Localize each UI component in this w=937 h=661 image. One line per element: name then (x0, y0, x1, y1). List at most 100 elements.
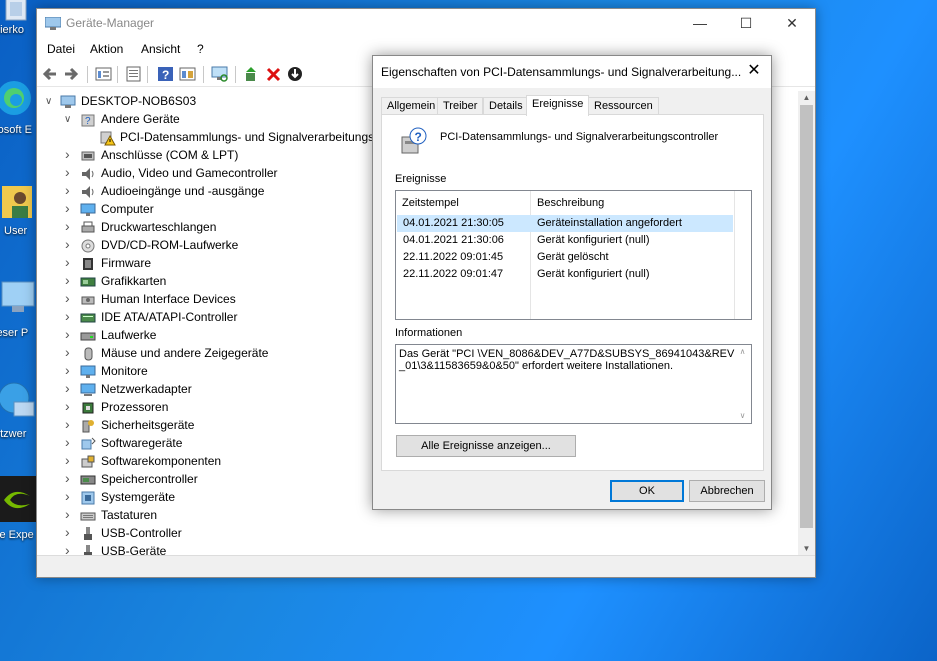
event-row[interactable]: 22.11.2022 09:01:47 Gerät konfiguriert (n… (397, 266, 733, 283)
tree-item-category[interactable]: › Netzwerkadapter (37, 381, 397, 399)
expand-chevron-icon[interactable]: › (65, 309, 75, 323)
usb-icon (80, 526, 96, 542)
event-row[interactable]: 22.11.2022 09:01:45 Gerät gelöscht (397, 249, 733, 266)
tree-item-category[interactable]: › Sicherheitsgeräte (37, 417, 397, 435)
cancel-button[interactable]: Abbrechen (689, 480, 765, 502)
expand-chevron-icon[interactable]: › (65, 327, 75, 341)
events-list[interactable]: Zeitstempel Beschreibung 04.01.2021 21:3… (395, 190, 752, 320)
expand-chevron-icon[interactable]: › (65, 381, 75, 395)
expand-chevron-icon[interactable]: › (65, 273, 75, 287)
tree-item-category[interactable]: › Druckwarteschlangen (37, 219, 397, 237)
tab-allgemein[interactable]: Allgemein (381, 97, 442, 115)
close-button[interactable]: ✕ (769, 9, 815, 39)
menu-datei[interactable]: Datei (47, 42, 75, 56)
expand-chevron-icon[interactable]: › (65, 201, 75, 215)
column-divider[interactable] (734, 191, 735, 319)
menu-help[interactable]: ? (197, 42, 204, 56)
expand-chevron-icon[interactable]: › (65, 417, 75, 431)
column-header-timestamp[interactable]: Zeitstempel (402, 197, 459, 209)
info-textbox[interactable]: Das Gerät "PCI \VEN_8086&DEV_A77D&SUBSYS… (395, 344, 752, 424)
tree-item-category[interactable]: › USB-Controller (37, 525, 397, 543)
tree-item-category[interactable]: › Audio, Video und Gamecontroller (37, 165, 397, 183)
tree-item-category[interactable]: › Audioeingänge und -ausgänge (37, 183, 397, 201)
properties-icon[interactable] (125, 66, 142, 82)
expand-chevron-icon[interactable]: › (65, 471, 75, 485)
tab-details[interactable]: Details (483, 97, 529, 115)
tree-item-category[interactable]: › Mäuse und andere Zeigegeräte (37, 345, 397, 363)
user-folder-icon (0, 180, 36, 218)
expand-chevron-icon[interactable]: › (65, 507, 75, 521)
forward-icon[interactable] (63, 66, 80, 82)
tree-item-category[interactable]: › Systemgeräte (37, 489, 397, 507)
expand-chevron-icon[interactable]: › (65, 219, 75, 233)
tree-item-category[interactable]: › Softwarekomponenten (37, 453, 397, 471)
tab-ressourcen[interactable]: Ressourcen (588, 97, 659, 115)
show-all-events-button[interactable]: Alle Ereignisse anzeigen... (396, 435, 576, 457)
view-icon[interactable] (179, 66, 196, 82)
tree-item-category[interactable]: › Softwaregeräte (37, 435, 397, 453)
scrollbar-thumb[interactable] (800, 105, 813, 528)
scroll-down-icon[interactable]: ▼ (798, 542, 815, 556)
dialog-close-button[interactable]: ✕ (737, 56, 771, 88)
keyboard-icon (80, 508, 96, 524)
tree-item-category[interactable]: › Monitore (37, 363, 397, 381)
tree-item-category[interactable]: › Grafikkarten (37, 273, 397, 291)
update-driver-icon[interactable] (243, 66, 260, 82)
back-icon[interactable] (41, 66, 58, 82)
tree-item-category[interactable]: › Prozessoren (37, 399, 397, 417)
expand-chevron-icon[interactable]: › (65, 345, 75, 359)
tree-item-category[interactable]: › Computer (37, 201, 397, 219)
download-icon[interactable] (287, 66, 304, 82)
expand-chevron-icon[interactable]: › (65, 147, 75, 161)
expand-chevron-icon[interactable]: › (65, 255, 75, 269)
expand-chevron-icon[interactable]: › (65, 237, 75, 251)
tree-item-category[interactable]: › DVD/CD-ROM-Laufwerke (37, 237, 397, 255)
expand-chevron-icon[interactable]: › (65, 165, 75, 179)
tree-item-label: Monitore (101, 364, 148, 378)
menu-ansicht[interactable]: Ansicht (141, 42, 180, 56)
tree-item-category[interactable]: › IDE ATA/ATAPI-Controller (37, 309, 397, 327)
expand-chevron-icon[interactable]: › (65, 399, 75, 413)
scroll-up-icon[interactable]: ∧ (734, 345, 751, 359)
tree-item-category[interactable]: › Laufwerke (37, 327, 397, 345)
tree-item-category[interactable]: › Firmware (37, 255, 397, 273)
event-description: Gerät konfiguriert (null) (537, 268, 650, 280)
scroll-down-icon[interactable]: ∨ (734, 409, 751, 423)
properties-grid-icon[interactable] (95, 66, 112, 82)
column-header-description[interactable]: Beschreibung (537, 197, 604, 209)
expand-chevron-icon[interactable]: › (65, 435, 75, 449)
scan-hardware-icon[interactable] (211, 66, 228, 82)
expand-chevron-icon[interactable]: › (65, 183, 75, 197)
expand-chevron-icon[interactable]: › (65, 489, 75, 503)
tree-scrollbar[interactable]: ▲ ▼ (798, 91, 815, 556)
properties-dialog: Eigenschaften von PCI-Datensammlungs- un… (372, 55, 772, 510)
tree-item-label: Speichercontroller (101, 472, 198, 486)
event-row[interactable]: 04.01.2021 21:30:06 Gerät konfiguriert (n… (397, 232, 733, 249)
uninstall-icon[interactable] (265, 66, 282, 82)
scroll-up-icon[interactable]: ▲ (798, 91, 815, 105)
expand-chevron-icon[interactable]: › (65, 291, 75, 305)
expand-chevron-icon[interactable]: › (65, 363, 75, 377)
ok-button[interactable]: OK (610, 480, 684, 502)
expand-chevron-icon[interactable]: › (65, 525, 75, 539)
tree-item-category[interactable]: › Speichercontroller (37, 471, 397, 489)
minimize-button[interactable]: — (677, 9, 723, 39)
speaker-icon (80, 166, 96, 182)
info-scrollbar[interactable]: ∧ ∨ (734, 345, 751, 423)
tab-treiber[interactable]: Treiber (437, 97, 484, 115)
tree-item-label: Prozessoren (101, 400, 169, 414)
maximize-button[interactable]: ☐ (723, 9, 769, 39)
tree-item-pci-device[interactable]: PCI-Datensammlungs- und Signalverarbeitu… (37, 129, 423, 147)
event-row[interactable]: 04.01.2021 21:30:05 Geräteinstallation an… (397, 215, 733, 232)
tree-item-category[interactable]: › Anschlüsse (COM & LPT) (37, 147, 397, 165)
tree-item-label: Softwaregeräte (101, 436, 183, 450)
tree-item-category[interactable]: › Human Interface Devices (37, 291, 397, 309)
collapse-chevron-icon[interactable]: ∨ (45, 96, 55, 108)
menu-aktion[interactable]: Aktion (90, 42, 123, 56)
tab-ereignisse[interactable]: Ereignisse (526, 95, 590, 116)
expand-chevron-icon[interactable]: › (65, 453, 75, 467)
collapse-chevron-icon[interactable]: ∨ (64, 114, 74, 126)
cpu-icon (80, 400, 96, 416)
help-icon[interactable]: ? (157, 66, 174, 82)
tree-item-category[interactable]: › Tastaturen (37, 507, 397, 525)
